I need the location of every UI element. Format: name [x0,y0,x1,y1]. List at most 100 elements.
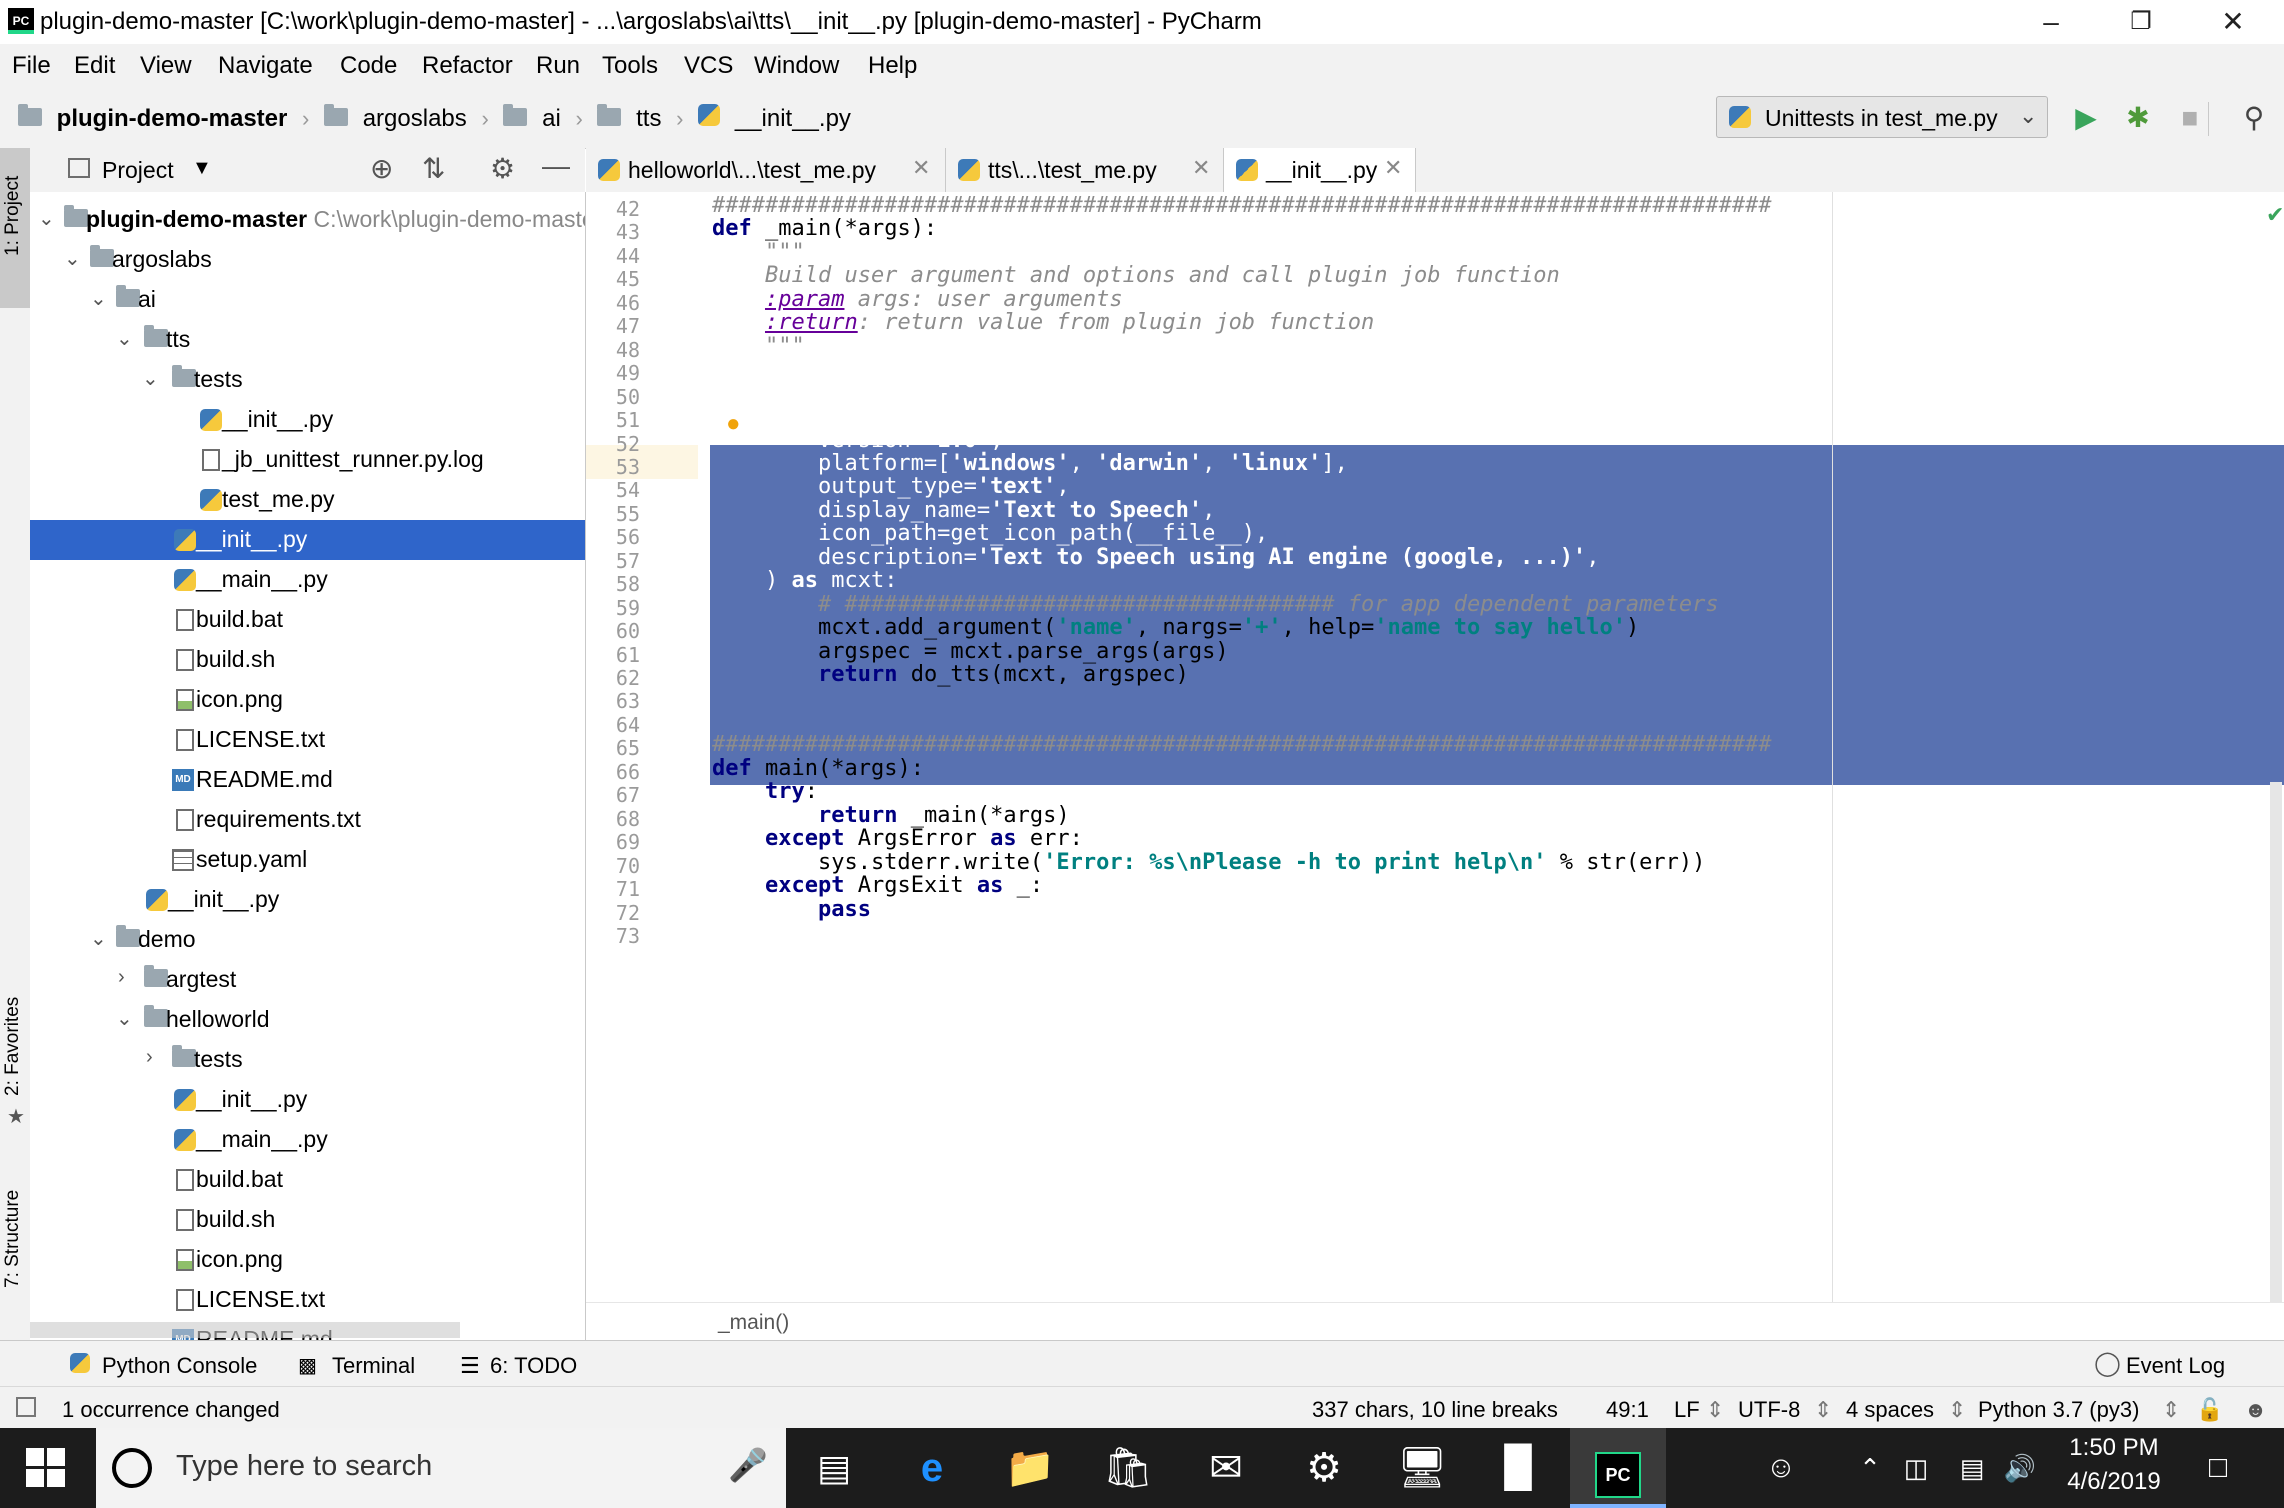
tree-item-helloworld[interactable]: ⌄ helloworld [30,1000,585,1040]
menu-edit[interactable]: Edit [74,52,115,80]
expand-arrow-icon[interactable]: ⌄ [64,246,81,271]
code-editor[interactable]: 42 43 44 45 46 47 48 49 50 51 52 53 54 55 56 57 58 59 60 61… [586,192,2284,1302]
editor-tab-helloworld-test[interactable]: helloworld\...\test_me.py ✕ [586,148,946,192]
breadcrumb-argoslabs[interactable]: argoslabs [363,105,467,132]
task-view-icon[interactable]: ▤ [786,1428,882,1508]
power-battery-icon[interactable]: ◫ [1896,1428,1936,1508]
volume-icon[interactable]: 🔊 [2000,1428,2040,1508]
tree-item-file[interactable]: __init__.py [30,400,585,440]
collapse-arrow-icon[interactable]: › [118,966,125,989]
breadcrumb-file[interactable]: __init__.py [735,105,851,132]
menu-tools[interactable]: Tools [602,52,658,80]
expand-arrow-icon[interactable]: ⌄ [116,326,133,351]
breadcrumb-ai[interactable]: ai [542,105,561,132]
tree-item-tts[interactable]: ⌄ tts [30,320,585,360]
tree-item-file[interactable]: __init__.py [30,1080,585,1120]
tree-item-file[interactable]: build.sh [30,640,585,680]
line-separator[interactable]: LF [1674,1397,1700,1423]
breadcrumb-tts[interactable]: tts [636,105,661,132]
tree-item-tests[interactable]: ⌄ tests [30,360,585,400]
tree-item-file[interactable]: MD README.md [30,760,585,800]
run-icon[interactable]: ▶ [2068,100,2104,136]
stop-icon[interactable]: ■ [2172,100,2208,136]
expand-arrow-icon[interactable]: ⌄ [116,1006,133,1031]
tree-item-file[interactable]: build.sh [30,1200,585,1240]
people-icon[interactable]: ☺ [1756,1428,1806,1508]
tree-item-argoslabs[interactable]: ⌄ argoslabs [30,240,585,280]
inspector-icon[interactable]: ☻ [2244,1397,2267,1423]
windows-start-icon[interactable] [26,1448,66,1488]
clock[interactable]: 1:50 PM 4/6/2019 [2044,1434,2184,1496]
gear-icon[interactable]: ⚙ [490,152,515,185]
file-encoding[interactable]: UTF-8 [1738,1397,1800,1423]
horizontal-scrollbar[interactable] [30,1322,460,1338]
tree-item-file[interactable]: icon.png [30,680,585,720]
python-interpreter[interactable]: Python 3.7 (py3) [1978,1397,2139,1423]
expand-arrow-icon[interactable]: ⌄ [142,366,159,391]
taskbar-search-box[interactable]: Type here to search 🎤 [96,1428,786,1508]
lock-icon[interactable]: 🔓 [2196,1397,2223,1423]
indent-setting[interactable]: 4 spaces [1846,1397,1934,1423]
dropdown-arrow-icon[interactable]: ▼ [192,157,212,180]
menu-code[interactable]: Code [340,52,397,80]
favorites-tool-tab[interactable]: 2: Favorites [2,997,24,1096]
tree-item-file[interactable]: build.bat [30,1160,585,1200]
menu-run[interactable]: Run [536,52,580,80]
tree-item-demo[interactable]: ⌄ demo [30,920,585,960]
show-hidden-icons-chevron-icon[interactable]: ⌃ [1850,1428,1890,1508]
menu-view[interactable]: View [140,52,192,80]
tree-item-tests[interactable]: › tests [30,1040,585,1080]
edge-browser-icon[interactable]: e [884,1428,980,1508]
tree-item-file[interactable]: LICENSE.txt [30,720,585,760]
tree-item-file-selected[interactable]: __init__.py [30,520,585,560]
project-view-select[interactable]: Project [102,157,174,184]
network-icon[interactable]: ▤ [1952,1428,1992,1508]
tree-item-file[interactable]: test_me.py [30,480,585,520]
menu-window[interactable]: Window [754,52,839,80]
editor-breadcrumb[interactable]: _main() [718,1311,789,1335]
close-tab-icon[interactable]: ✕ [1192,155,1210,181]
expand-arrow-icon[interactable]: ⌄ [38,206,55,231]
tree-item-file[interactable]: __main__.py [30,1120,585,1160]
remote-desktop-icon[interactable]: 🖥 [1374,1428,1470,1508]
mail-icon[interactable]: ✉ [1178,1428,1274,1508]
todo-tab[interactable]: 6: TODO [490,1353,577,1379]
editor-tab-init[interactable]: __init__.py ✕ [1224,148,1416,192]
tree-item-file[interactable]: setup.yaml [30,840,585,880]
terminal-tab[interactable]: Terminal [332,1353,415,1379]
python-console-tab[interactable]: Python Console [102,1353,257,1379]
collapse-arrow-icon[interactable]: › [146,1046,153,1069]
expand-arrow-icon[interactable]: ⌄ [90,926,107,951]
toggle-tool-windows-icon[interactable] [16,1397,36,1417]
tree-item-file[interactable]: LICENSE.txt [30,1280,585,1320]
search-icon[interactable]: ⚲ [2236,100,2272,136]
restore-icon[interactable]: ❐ [2108,0,2174,44]
pycharm-taskbar-icon[interactable]: PC [1570,1428,1666,1508]
close-window-icon[interactable]: ✕ [2200,0,2266,44]
settings-gear-icon[interactable]: ⚙ [1276,1428,1372,1508]
debug-icon[interactable]: ✱ [2120,100,2156,136]
menu-help[interactable]: Help [868,52,917,80]
caret-position[interactable]: 49:1 [1606,1397,1649,1423]
vertical-scrollbar[interactable] [2270,782,2282,1302]
run-configuration-select[interactable]: Unittests in test_me.py ⌄ [1716,96,2048,138]
tree-item-argtest[interactable]: › argtest [30,960,585,1000]
tree-item-file[interactable]: __main__.py [30,560,585,600]
microphone-icon[interactable]: 🎤 [728,1446,768,1484]
store-icon[interactable]: 🛍 [1080,1428,1176,1508]
file-explorer-icon[interactable]: 📁 [982,1428,1078,1508]
tree-item-file[interactable]: build.bat [30,600,585,640]
menu-refactor[interactable]: Refactor [422,52,513,80]
tree-item-ai[interactable]: ⌄ ai [30,280,585,320]
collapse-all-icon[interactable]: ⇅ [422,152,445,185]
editor-tab-tts-test[interactable]: tts\...\test_me.py ✕ [946,148,1224,192]
command-prompt-icon[interactable]: ▉ [1472,1428,1568,1508]
minimize-icon[interactable]: – [2018,0,2084,44]
tree-item-file[interactable]: __init__.py [30,880,585,920]
action-center-icon[interactable]: □ [2188,1428,2248,1508]
breadcrumb-project[interactable]: plugin-demo-master [57,105,288,132]
hide-panel-icon[interactable]: — [542,150,570,182]
menu-vcs[interactable]: VCS [684,52,733,80]
project-tool-tab[interactable]: 1: Project [0,148,30,308]
locate-file-icon[interactable]: ⊕ [370,152,393,185]
